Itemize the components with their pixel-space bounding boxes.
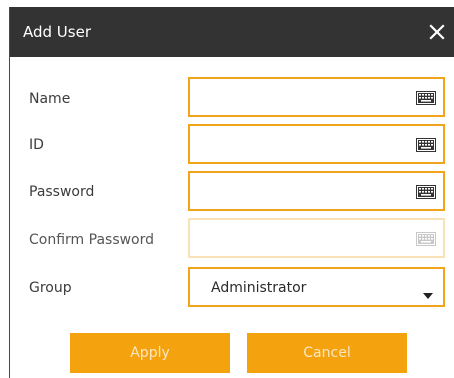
chevron-down-icon[interactable] xyxy=(422,285,434,299)
dialog-titlebar: Add User xyxy=(10,7,454,57)
confirm-password-label: Confirm Password xyxy=(29,232,155,248)
name-input[interactable] xyxy=(190,79,430,115)
close-icon[interactable] xyxy=(425,20,449,44)
apply-button[interactable]: Apply xyxy=(70,333,230,373)
password-field[interactable] xyxy=(188,171,445,211)
keyboard-icon[interactable] xyxy=(416,90,436,105)
id-label: ID xyxy=(29,137,44,153)
cancel-button[interactable]: Cancel xyxy=(247,333,407,373)
group-label: Group xyxy=(29,280,72,296)
id-input[interactable] xyxy=(190,126,430,162)
confirm-password-input xyxy=(190,220,430,256)
confirm-password-field xyxy=(188,218,445,258)
password-input[interactable] xyxy=(190,173,430,209)
group-select-value: Administrator xyxy=(211,280,307,296)
keyboard-icon xyxy=(416,231,436,246)
name-label: Name xyxy=(29,91,71,107)
name-field[interactable] xyxy=(188,77,445,117)
keyboard-icon[interactable] xyxy=(416,137,436,152)
keyboard-icon[interactable] xyxy=(416,184,436,199)
password-label: Password xyxy=(29,184,95,200)
id-field[interactable] xyxy=(188,124,445,164)
group-select[interactable]: Administrator xyxy=(188,267,445,307)
dialog-title: Add User xyxy=(23,23,91,41)
add-user-dialog: Add User Name ID Password Confirm Passwo… xyxy=(9,7,454,378)
